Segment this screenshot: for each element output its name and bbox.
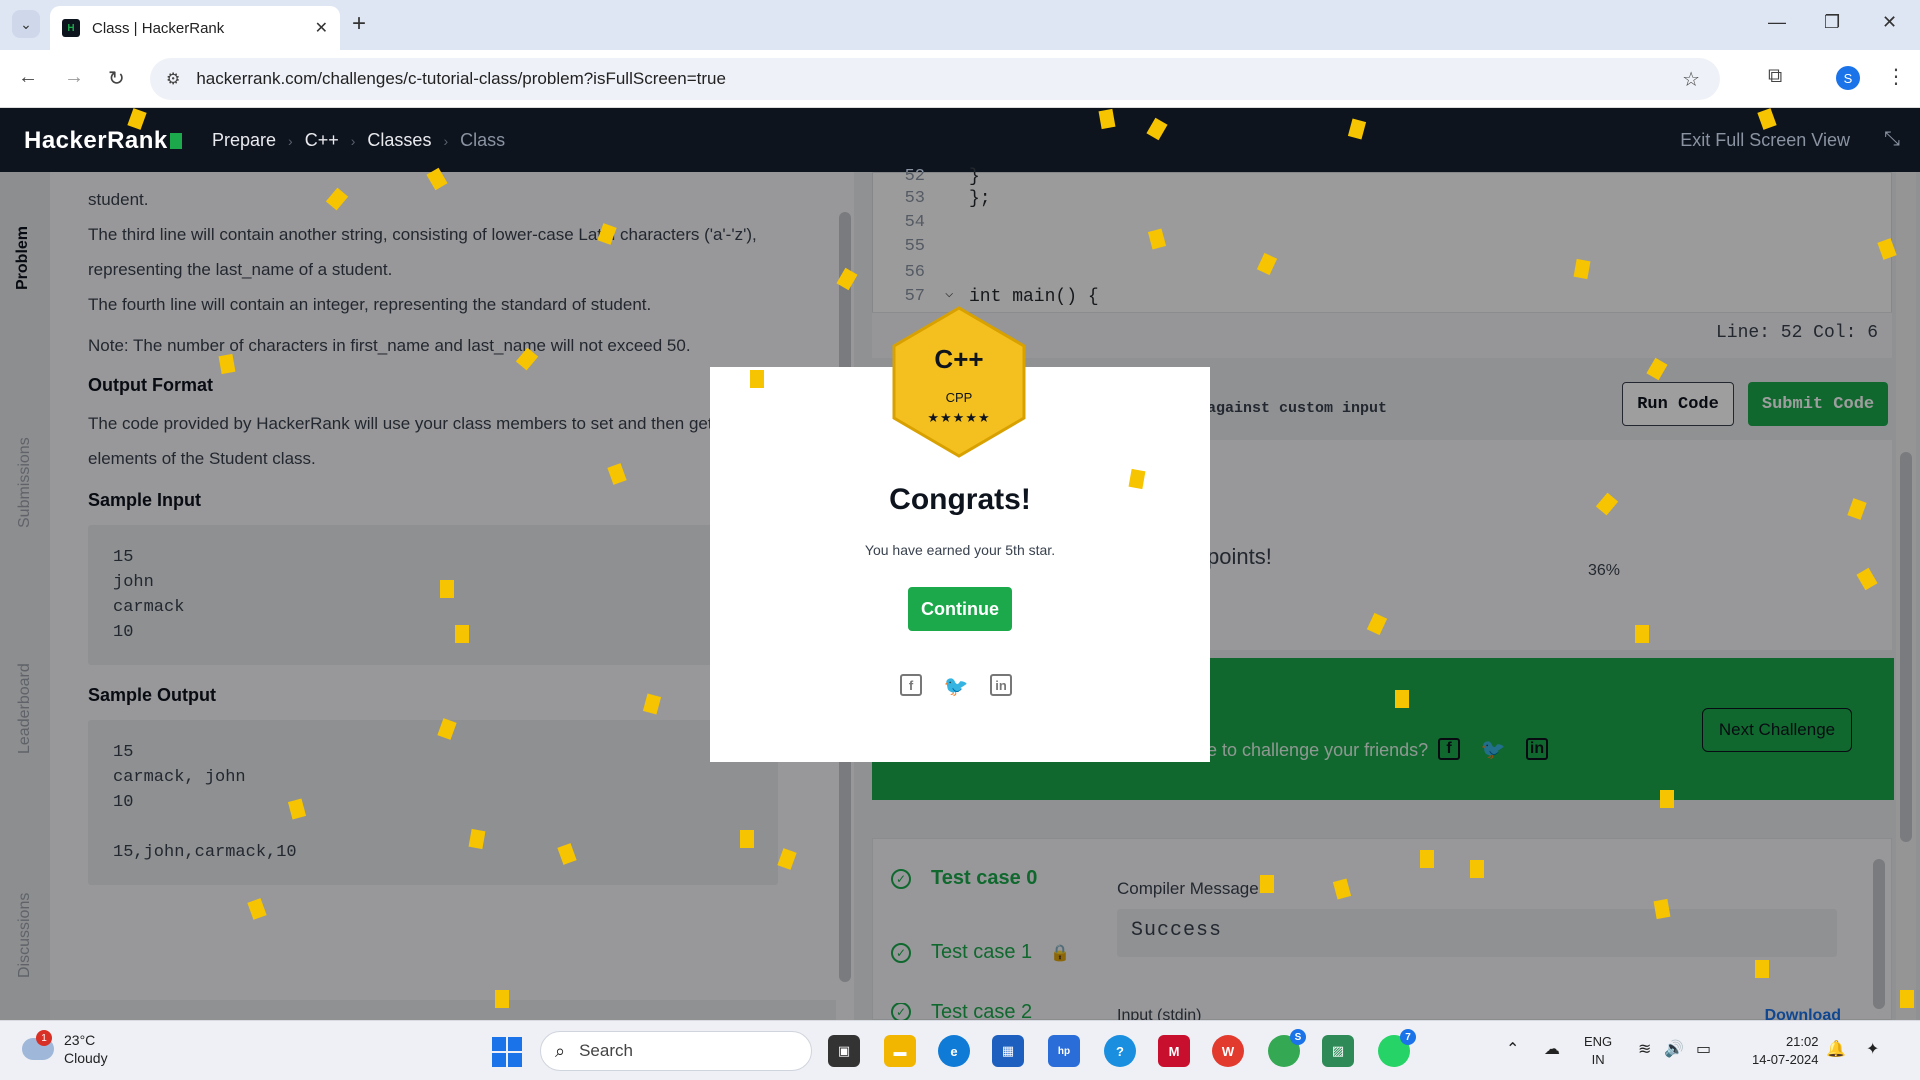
hackerrank-favicon: H [62, 19, 80, 37]
collapse-icon[interactable]: ⤡ [1884, 128, 1900, 151]
wps-icon[interactable]: W [1212, 1035, 1244, 1067]
omnibox[interactable]: ⚙ hackerrank.com/challenges/c-tutorial-c… [150, 58, 1720, 100]
temperature: 23°C [64, 1032, 96, 1048]
restore-button[interactable]: ❐ [1824, 12, 1840, 33]
help-icon[interactable]: ? [1104, 1035, 1136, 1067]
language-indicator[interactable]: ENG IN [1584, 1033, 1612, 1069]
lang-primary: ENG [1584, 1034, 1613, 1049]
site-info-icon[interactable]: ⚙ [166, 69, 180, 89]
profile-avatar[interactable]: S [1836, 66, 1860, 90]
edge-icon[interactable]: e [938, 1035, 970, 1067]
bookmark-star-icon[interactable]: ☆ [1682, 67, 1700, 92]
battery-icon[interactable]: ▭ [1696, 1039, 1711, 1059]
date: 14-07-2024 [1752, 1052, 1819, 1067]
copilot-icon[interactable]: ✦ [1866, 1039, 1879, 1059]
file-explorer-icon[interactable]: ▬ [884, 1035, 916, 1067]
exit-fullscreen-link[interactable]: Exit Full Screen View [1680, 130, 1850, 151]
modal-share-icons: f 🐦 in [900, 674, 1012, 698]
tab-search-button[interactable]: ⌄ [12, 10, 40, 38]
hackerrank-logo[interactable]: HackerRank [24, 127, 182, 155]
browser-tab[interactable]: H Class | HackerRank ✕ [50, 6, 340, 50]
whatsapp-badge: 7 [1400, 1029, 1416, 1045]
time: 21:02 [1785, 1034, 1819, 1049]
reload-icon[interactable]: ↻ [108, 66, 125, 91]
modal-title: Congrats! [889, 483, 1031, 516]
breadcrumb-prepare[interactable]: Prepare [212, 130, 276, 151]
onedrive-icon[interactable]: ☁ [1544, 1039, 1560, 1059]
continue-button[interactable]: Continue [908, 587, 1012, 631]
tray-overflow-icon[interactable]: ⌃ [1506, 1039, 1519, 1059]
notification-bell-icon[interactable]: 🔔 [1826, 1039, 1846, 1059]
search-icon: ⌕ [555, 1040, 566, 1061]
forward-icon[interactable]: → [64, 66, 84, 89]
breadcrumb-cpp[interactable]: C++ [305, 130, 339, 151]
taskbar-search[interactable]: ⌕ Search [540, 1031, 812, 1071]
breadcrumb-classes[interactable]: Classes [367, 130, 431, 151]
badge-type: CPP [945, 390, 973, 405]
weather-condition: Cloudy [64, 1050, 108, 1066]
badge-name: C++ [934, 344, 984, 374]
facebook-icon[interactable]: f [900, 674, 922, 696]
cloud-icon: 1 [22, 1030, 54, 1060]
start-button[interactable] [492, 1037, 522, 1067]
browser-menu-icon[interactable]: ⋮ [1886, 64, 1906, 89]
task-view-icon[interactable]: ▣ [828, 1035, 860, 1067]
lang-region: IN [1591, 1052, 1605, 1067]
tab-title: Class | HackerRank [92, 19, 225, 37]
windows-taskbar: 1 23°C Cloudy ⌕ Search ▣ ▬ e ▦ hp ? M W … [0, 1020, 1920, 1080]
new-tab-button[interactable]: + [352, 10, 366, 38]
search-placeholder: Search [579, 1041, 633, 1060]
address-bar-row: ← → ↻ ⚙ hackerrank.com/challenges/c-tuto… [0, 50, 1920, 108]
twitter-icon[interactable]: 🐦 [944, 674, 969, 698]
mcafee-icon[interactable]: M [1158, 1035, 1190, 1067]
myhp-icon[interactable]: hp [1048, 1035, 1080, 1067]
cpp-badge: C++ CPP ★★★★★ [890, 306, 1028, 458]
modal-message: You have earned your 5th star. [864, 542, 1056, 558]
close-window-button[interactable]: ✕ [1882, 12, 1897, 33]
back-icon[interactable]: ← [18, 66, 38, 89]
store-icon[interactable]: ▦ [992, 1035, 1024, 1067]
weather-badge: 1 [36, 1030, 52, 1046]
volume-icon[interactable]: 🔊 [1664, 1039, 1684, 1059]
badge-stars: ★★★★★ [927, 410, 991, 425]
whatsapp-icon[interactable]: 7 [1378, 1029, 1416, 1067]
image-viewer-icon[interactable]: ▨ [1322, 1035, 1354, 1067]
minimize-button[interactable]: — [1768, 12, 1786, 33]
weather-widget[interactable]: 1 23°C Cloudy [22, 1030, 108, 1067]
url-text: hackerrank.com/challenges/c-tutorial-cla… [196, 69, 726, 88]
breadcrumb-class: Class [460, 130, 506, 150]
hackerrank-header: HackerRank Prepare › C++ › Classes › Cla… [0, 108, 1920, 172]
close-tab-icon[interactable]: ✕ [315, 18, 328, 38]
wifi-icon[interactable]: ≋ [1638, 1039, 1651, 1059]
clock[interactable]: 21:02 14-07-2024 [1752, 1033, 1819, 1069]
chrome-profile-badge: S [1290, 1029, 1306, 1045]
chrome-icon[interactable]: S [1268, 1029, 1306, 1067]
browser-tab-bar: ⌄ H Class | HackerRank ✕ + — ❐ ✕ [0, 0, 1920, 50]
linkedin-icon[interactable]: in [990, 674, 1012, 696]
breadcrumb: Prepare › C++ › Classes › Class [212, 130, 506, 151]
extensions-icon[interactable]: ⧉ [1768, 65, 1782, 88]
